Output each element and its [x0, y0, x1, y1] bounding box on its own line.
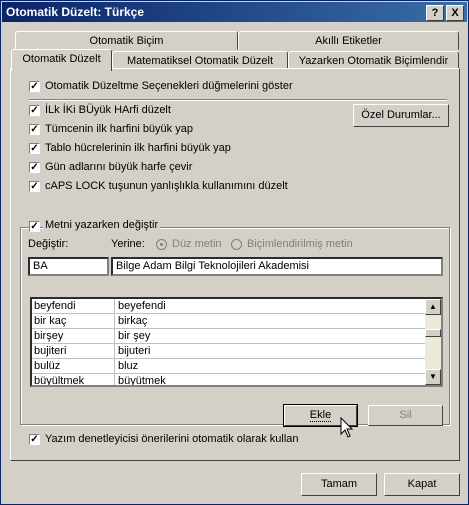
day-names-label: Gün adlarını büyük harfe çevir	[45, 161, 193, 173]
replace-text-label: Metni yazarken değiştir	[43, 219, 161, 231]
list-row[interactable]: beyfendi beyefendi	[32, 299, 428, 314]
list-cell-with: bir şey	[118, 330, 151, 342]
list-row[interactable]: birşey bir şey	[32, 329, 428, 344]
divider	[29, 99, 447, 100]
list-cell-with: birkaç	[118, 315, 148, 327]
title-bar: Otomatik Düzelt: Türkçe ? X	[2, 2, 467, 22]
tab-akilli-etiketler[interactable]: Akıllı Etiketler	[238, 31, 459, 50]
exceptions-button[interactable]: Özel Durumlar...	[353, 104, 449, 127]
list-cell-with: bluz	[118, 360, 139, 372]
scroll-down-icon[interactable]: ▼	[425, 369, 441, 385]
table-cells-label: Tablo hücrelerinin ilk harfini büyük yap	[45, 142, 231, 154]
tab-otomatik-duzelt[interactable]: Otomatik Düzelt	[11, 49, 112, 71]
spell-suggestions-checkbox[interactable]: ✓	[29, 434, 40, 445]
list-cell-with: büyütmek	[118, 375, 166, 387]
formatted-text-radio[interactable]	[231, 239, 242, 250]
two-initials-checkbox[interactable]: ✓	[29, 105, 40, 116]
list-row[interactable]: bujiteri bijuteri	[32, 344, 428, 359]
delete-button[interactable]: Sil	[368, 405, 443, 426]
autocorrect-list[interactable]: beyfendi beyefendi bir kaç birkaç birşey bi…	[30, 297, 443, 387]
list-cell-with: bijuteri	[118, 345, 151, 357]
show-buttons-label: Otomatik Düzeltme Seçenekleri düğmelerin…	[45, 80, 293, 92]
with-label: Yerine:	[111, 238, 145, 250]
day-names-checkbox[interactable]: ✓	[29, 162, 40, 173]
plain-text-label: Düz metin	[172, 238, 222, 250]
list-cell-replace: büyültmek	[34, 375, 85, 387]
list-scrollbar[interactable]: ▲ ▼	[425, 299, 441, 385]
replace-text-checkbox[interactable]: ✓	[29, 221, 40, 232]
two-initials-label: İLk İKi BÜyük HArfi düzelt	[45, 104, 171, 116]
list-cell-replace: bulüz	[34, 360, 61, 372]
close-button[interactable]: X	[446, 5, 464, 21]
sentence-first-label: Tümcenin ilk harfini büyük yap	[45, 123, 193, 135]
list-row[interactable]: bir kaç birkaç	[32, 314, 428, 329]
formatted-text-label: Biçimlendirilmiş metin	[247, 238, 353, 250]
list-cell-replace: beyfendi	[34, 300, 76, 312]
autocorrect-dialog: Otomatik Düzelt: Türkçe ? X Otomatik Biç…	[0, 0, 469, 505]
plain-text-radio[interactable]	[156, 239, 167, 250]
dialog-title: Otomatik Düzelt: Türkçe	[6, 5, 145, 19]
list-row[interactable]: bulüz bluz	[32, 359, 428, 374]
list-cell-with: beyefendi	[118, 300, 166, 312]
mouse-cursor-icon	[340, 417, 354, 438]
caps-lock-checkbox[interactable]: ✓	[29, 181, 40, 192]
sentence-first-checkbox[interactable]: ✓	[29, 124, 40, 135]
show-buttons-checkbox[interactable]: ✓	[29, 81, 40, 92]
add-button-label: Ekle	[309, 409, 332, 422]
scroll-up-icon[interactable]: ▲	[425, 299, 441, 315]
with-input[interactable]: Bilge Adam Bilgi Teknolojileri Akademisi	[111, 257, 443, 276]
spell-suggestions-label: Yazım denetleyicisi önerilerini otomatik…	[45, 433, 299, 445]
list-cell-replace: bir kaç	[34, 315, 67, 327]
close-dialog-button[interactable]: Kapat	[384, 473, 460, 496]
ok-button[interactable]: Tamam	[301, 473, 377, 496]
table-cells-checkbox[interactable]: ✓	[29, 143, 40, 154]
list-cell-replace: birşey	[34, 330, 64, 342]
caps-lock-label: cAPS LOCK tuşunun yanlışlıkla kullanımın…	[45, 180, 288, 192]
scroll-thumb[interactable]	[425, 329, 441, 337]
tab-otomatik-bicim[interactable]: Otomatik Biçim	[15, 31, 238, 50]
replace-label: Değiştir:	[28, 238, 69, 250]
replace-input[interactable]: BA	[28, 257, 109, 276]
list-row[interactable]: büyültmek büyütmek	[32, 374, 428, 387]
help-button[interactable]: ?	[426, 5, 444, 21]
list-cell-replace: bujiteri	[34, 345, 67, 357]
